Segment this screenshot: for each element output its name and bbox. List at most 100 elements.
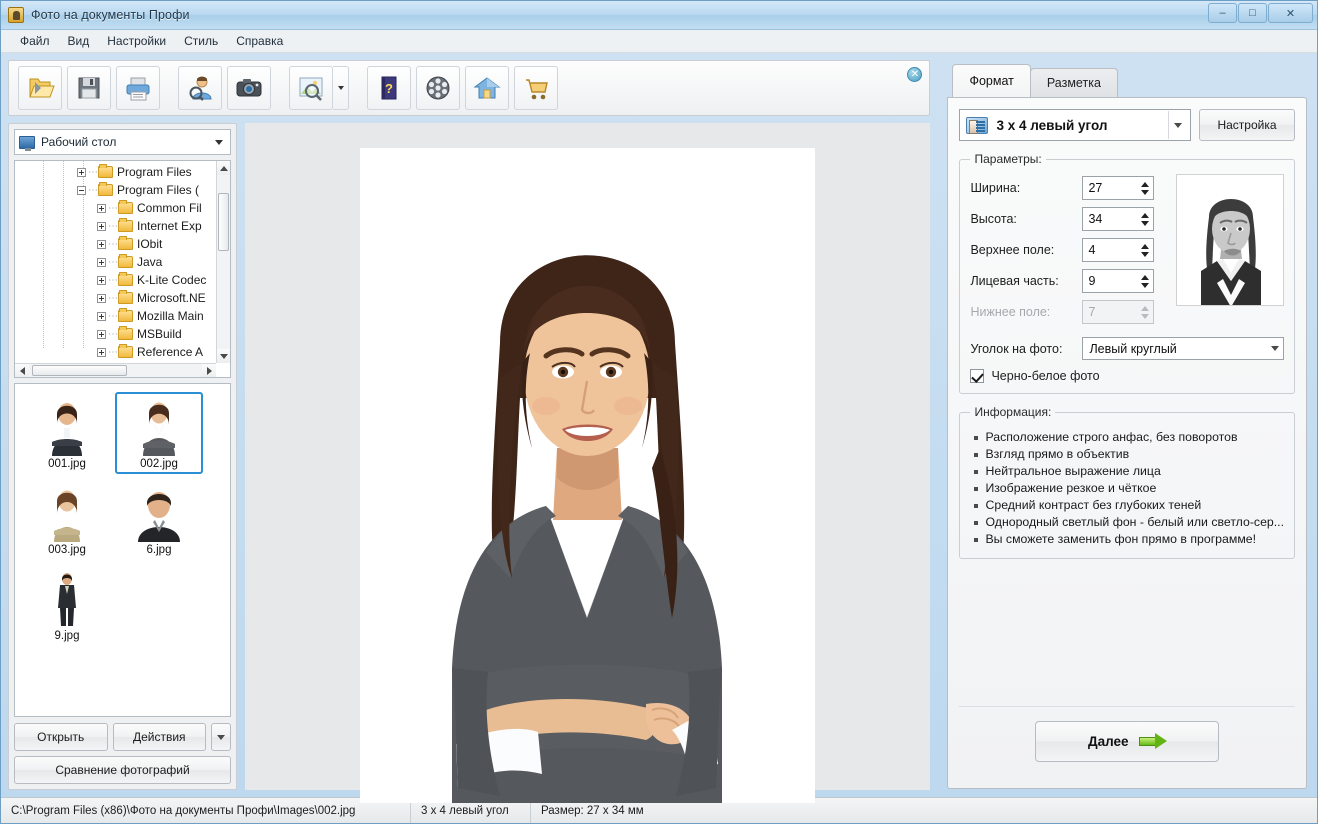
photo-sheet <box>360 148 815 803</box>
tree-row[interactable]: ⋯ Internet Exp <box>15 217 216 235</box>
camera-capture-button[interactable] <box>227 66 271 110</box>
menu-view[interactable]: Вид <box>59 31 99 51</box>
bw-checkbox[interactable] <box>970 369 984 383</box>
spinner-buttons[interactable] <box>1137 208 1153 230</box>
setup-button[interactable]: Настройка <box>1199 109 1295 141</box>
preview-zoom-dropdown[interactable] <box>333 66 349 110</box>
next-button[interactable]: Далее <box>1035 721 1219 762</box>
thumbnail-caption: 001.jpg <box>48 458 86 470</box>
folder-tree[interactable]: ⋯ Program Files ⋯ Program Files ( <box>14 160 231 378</box>
home-page-button[interactable] <box>465 66 509 110</box>
actions-dropdown-button[interactable] <box>211 723 231 751</box>
spinner-up-icon[interactable] <box>1141 182 1149 187</box>
thumbnail-image <box>36 570 98 628</box>
help-button[interactable]: ? <box>367 66 411 110</box>
spinner-buttons[interactable] <box>1137 239 1153 261</box>
format-combobox[interactable]: 3 x 4 левый угол <box>959 109 1191 141</box>
bw-checkbox-row[interactable]: Черно-белое фото <box>970 369 1284 383</box>
scroll-down-button[interactable] <box>217 349 231 363</box>
thumbnail-list[interactable]: 001.jpg <box>14 383 231 717</box>
tree-row[interactable]: ⋯ Common Fil <box>15 199 216 217</box>
expander-plus-icon[interactable] <box>97 258 106 267</box>
tree-row[interactable]: ⋯ Microsoft.NE <box>15 289 216 307</box>
scroll-right-button[interactable] <box>202 364 216 378</box>
menu-settings[interactable]: Настройки <box>98 31 175 51</box>
folder-icon <box>118 220 133 232</box>
minimize-button[interactable]: – <box>1208 3 1237 23</box>
expander-plus-icon[interactable] <box>77 168 86 177</box>
thumbnail-item[interactable]: 003.jpg <box>23 478 111 560</box>
maximize-button[interactable]: □ <box>1238 3 1267 23</box>
tree-row[interactable]: ⋯ Program Files <box>15 163 216 181</box>
tab-format[interactable]: Формат <box>952 64 1030 97</box>
width-spinner[interactable]: 27 <box>1082 176 1154 200</box>
expander-plus-icon[interactable] <box>97 276 106 285</box>
tree-label: Microsoft.NE <box>137 291 206 305</box>
preview-zoom-button[interactable] <box>289 66 333 110</box>
person-search-icon <box>185 73 215 103</box>
tree-row[interactable]: ⋯ Java <box>15 253 216 271</box>
tree-row[interactable]: ⋯ Reference A <box>15 343 216 361</box>
expander-plus-icon[interactable] <box>97 204 106 213</box>
save-button[interactable] <box>67 66 111 110</box>
expander-plus-icon[interactable] <box>97 348 106 357</box>
tree-row[interactable]: ⋯ MSBuild <box>15 325 216 343</box>
scroll-left-button[interactable] <box>15 364 29 378</box>
expander-plus-icon[interactable] <box>97 312 106 321</box>
tree-vertical-scrollbar[interactable] <box>216 161 230 363</box>
tree-row[interactable]: ⋯ Mozilla Main <box>15 307 216 325</box>
close-toolbar-button[interactable]: ✕ <box>907 67 922 82</box>
thumbnail-item[interactable]: 001.jpg <box>23 392 111 474</box>
spinner-up-icon[interactable] <box>1141 244 1149 249</box>
close-window-button[interactable]: ✕ <box>1268 3 1313 23</box>
tree-row[interactable]: ⋯ K-Lite Codec <box>15 271 216 289</box>
format-tab-panel: 3 x 4 левый угол Настройка Параметры: Ши… <box>947 97 1307 789</box>
id-photo-icon <box>966 117 988 134</box>
spinner-down-icon[interactable] <box>1141 283 1149 288</box>
scroll-thumb-vertical[interactable] <box>218 193 229 251</box>
top-margin-spinner[interactable]: 4 <box>1082 238 1154 262</box>
thumbnail-item[interactable]: 6.jpg <box>115 478 203 560</box>
expander-minus-icon[interactable] <box>77 186 86 195</box>
location-combobox[interactable]: Рабочий стол <box>14 129 231 155</box>
expander-plus-icon[interactable] <box>97 294 106 303</box>
video-tutorial-button[interactable] <box>416 66 460 110</box>
spinner-down-icon[interactable] <box>1141 190 1149 195</box>
corner-value: Левый круглый <box>1089 342 1271 356</box>
menu-style[interactable]: Стиль <box>175 31 227 51</box>
tab-layout[interactable]: Разметка <box>1030 68 1118 97</box>
open-folder-button[interactable] <box>18 66 62 110</box>
portrait-retouch-button[interactable] <box>178 66 222 110</box>
compare-photos-button[interactable]: Сравнение фотографий <box>14 756 231 784</box>
tree-row[interactable]: ⋯ IObit <box>15 235 216 253</box>
expander-plus-icon[interactable] <box>97 240 106 249</box>
expander-plus-icon[interactable] <box>97 330 106 339</box>
spinner-down-icon[interactable] <box>1141 221 1149 226</box>
height-spinner[interactable]: 34 <box>1082 207 1154 231</box>
corner-combobox[interactable]: Левый круглый <box>1082 337 1284 360</box>
buy-button[interactable] <box>514 66 558 110</box>
bottom-margin-value: 7 <box>1083 305 1137 319</box>
photo-canvas[interactable] <box>245 123 930 790</box>
tree-horizontal-scrollbar[interactable] <box>15 363 216 377</box>
scroll-thumb-horizontal[interactable] <box>32 365 127 376</box>
image-zoom-icon <box>296 73 326 103</box>
expander-plus-icon[interactable] <box>97 222 106 231</box>
spinner-down-icon[interactable] <box>1141 252 1149 257</box>
spinner-buttons[interactable] <box>1137 270 1153 292</box>
face-part-spinner[interactable]: 9 <box>1082 269 1154 293</box>
menu-help[interactable]: Справка <box>227 31 292 51</box>
thumbnail-item[interactable]: 9.jpg <box>23 564 111 646</box>
print-button[interactable] <box>116 66 160 110</box>
spinner-up-icon[interactable] <box>1141 213 1149 218</box>
menu-file[interactable]: Файл <box>11 31 59 51</box>
tree-label: MSBuild <box>137 327 182 341</box>
actions-button[interactable]: Действия <box>113 723 207 751</box>
open-button[interactable]: Открыть <box>14 723 108 751</box>
thumbnail-item[interactable]: 002.jpg <box>115 392 203 474</box>
tree-row[interactable]: ⋯ Program Files ( <box>15 181 216 199</box>
spinner-up-icon[interactable] <box>1141 275 1149 280</box>
spinner-buttons[interactable] <box>1137 177 1153 199</box>
scroll-up-button[interactable] <box>217 161 231 175</box>
home-icon <box>472 73 502 103</box>
